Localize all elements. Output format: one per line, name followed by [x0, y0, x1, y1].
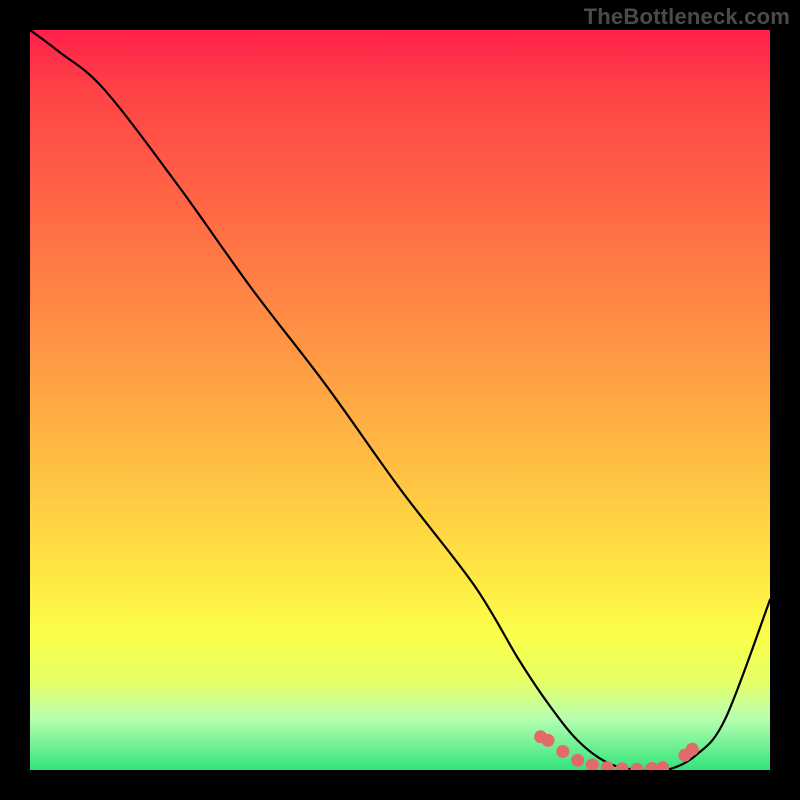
marker-dot	[601, 761, 614, 770]
marker-dot	[616, 762, 629, 770]
marker-dot	[686, 743, 699, 756]
marker-dot	[571, 754, 584, 767]
plot-area	[30, 30, 770, 770]
curve-layer	[30, 30, 770, 770]
marker-dot	[586, 758, 599, 770]
marker-dot	[645, 762, 658, 770]
marker-dot	[542, 734, 555, 747]
marker-dot	[656, 761, 669, 770]
chart-frame: TheBottleneck.com	[0, 0, 800, 800]
marker-dot	[630, 763, 643, 770]
watermark-text: TheBottleneck.com	[584, 4, 790, 30]
marker-group	[534, 730, 699, 770]
marker-dot	[556, 745, 569, 758]
bottleneck-curve-path	[30, 30, 770, 770]
